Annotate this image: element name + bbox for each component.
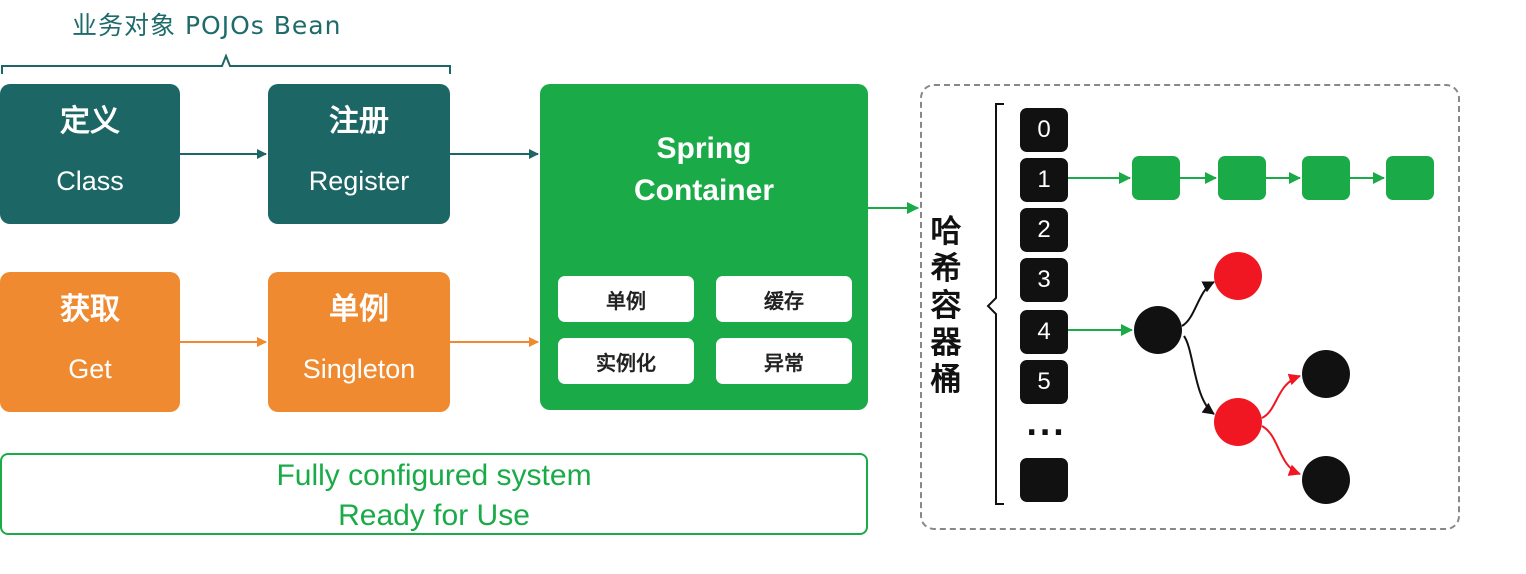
edge-root-to-upper-red [1181, 281, 1215, 327]
bucket-bracket [986, 103, 1004, 505]
title-brace [1, 53, 451, 74]
edge-red-to-lower-leaf [1261, 425, 1301, 476]
edge-red-to-upper-leaf [1261, 373, 1301, 419]
connector-layer [1, 53, 1385, 505]
edge-root-to-lower-red [1183, 335, 1215, 415]
